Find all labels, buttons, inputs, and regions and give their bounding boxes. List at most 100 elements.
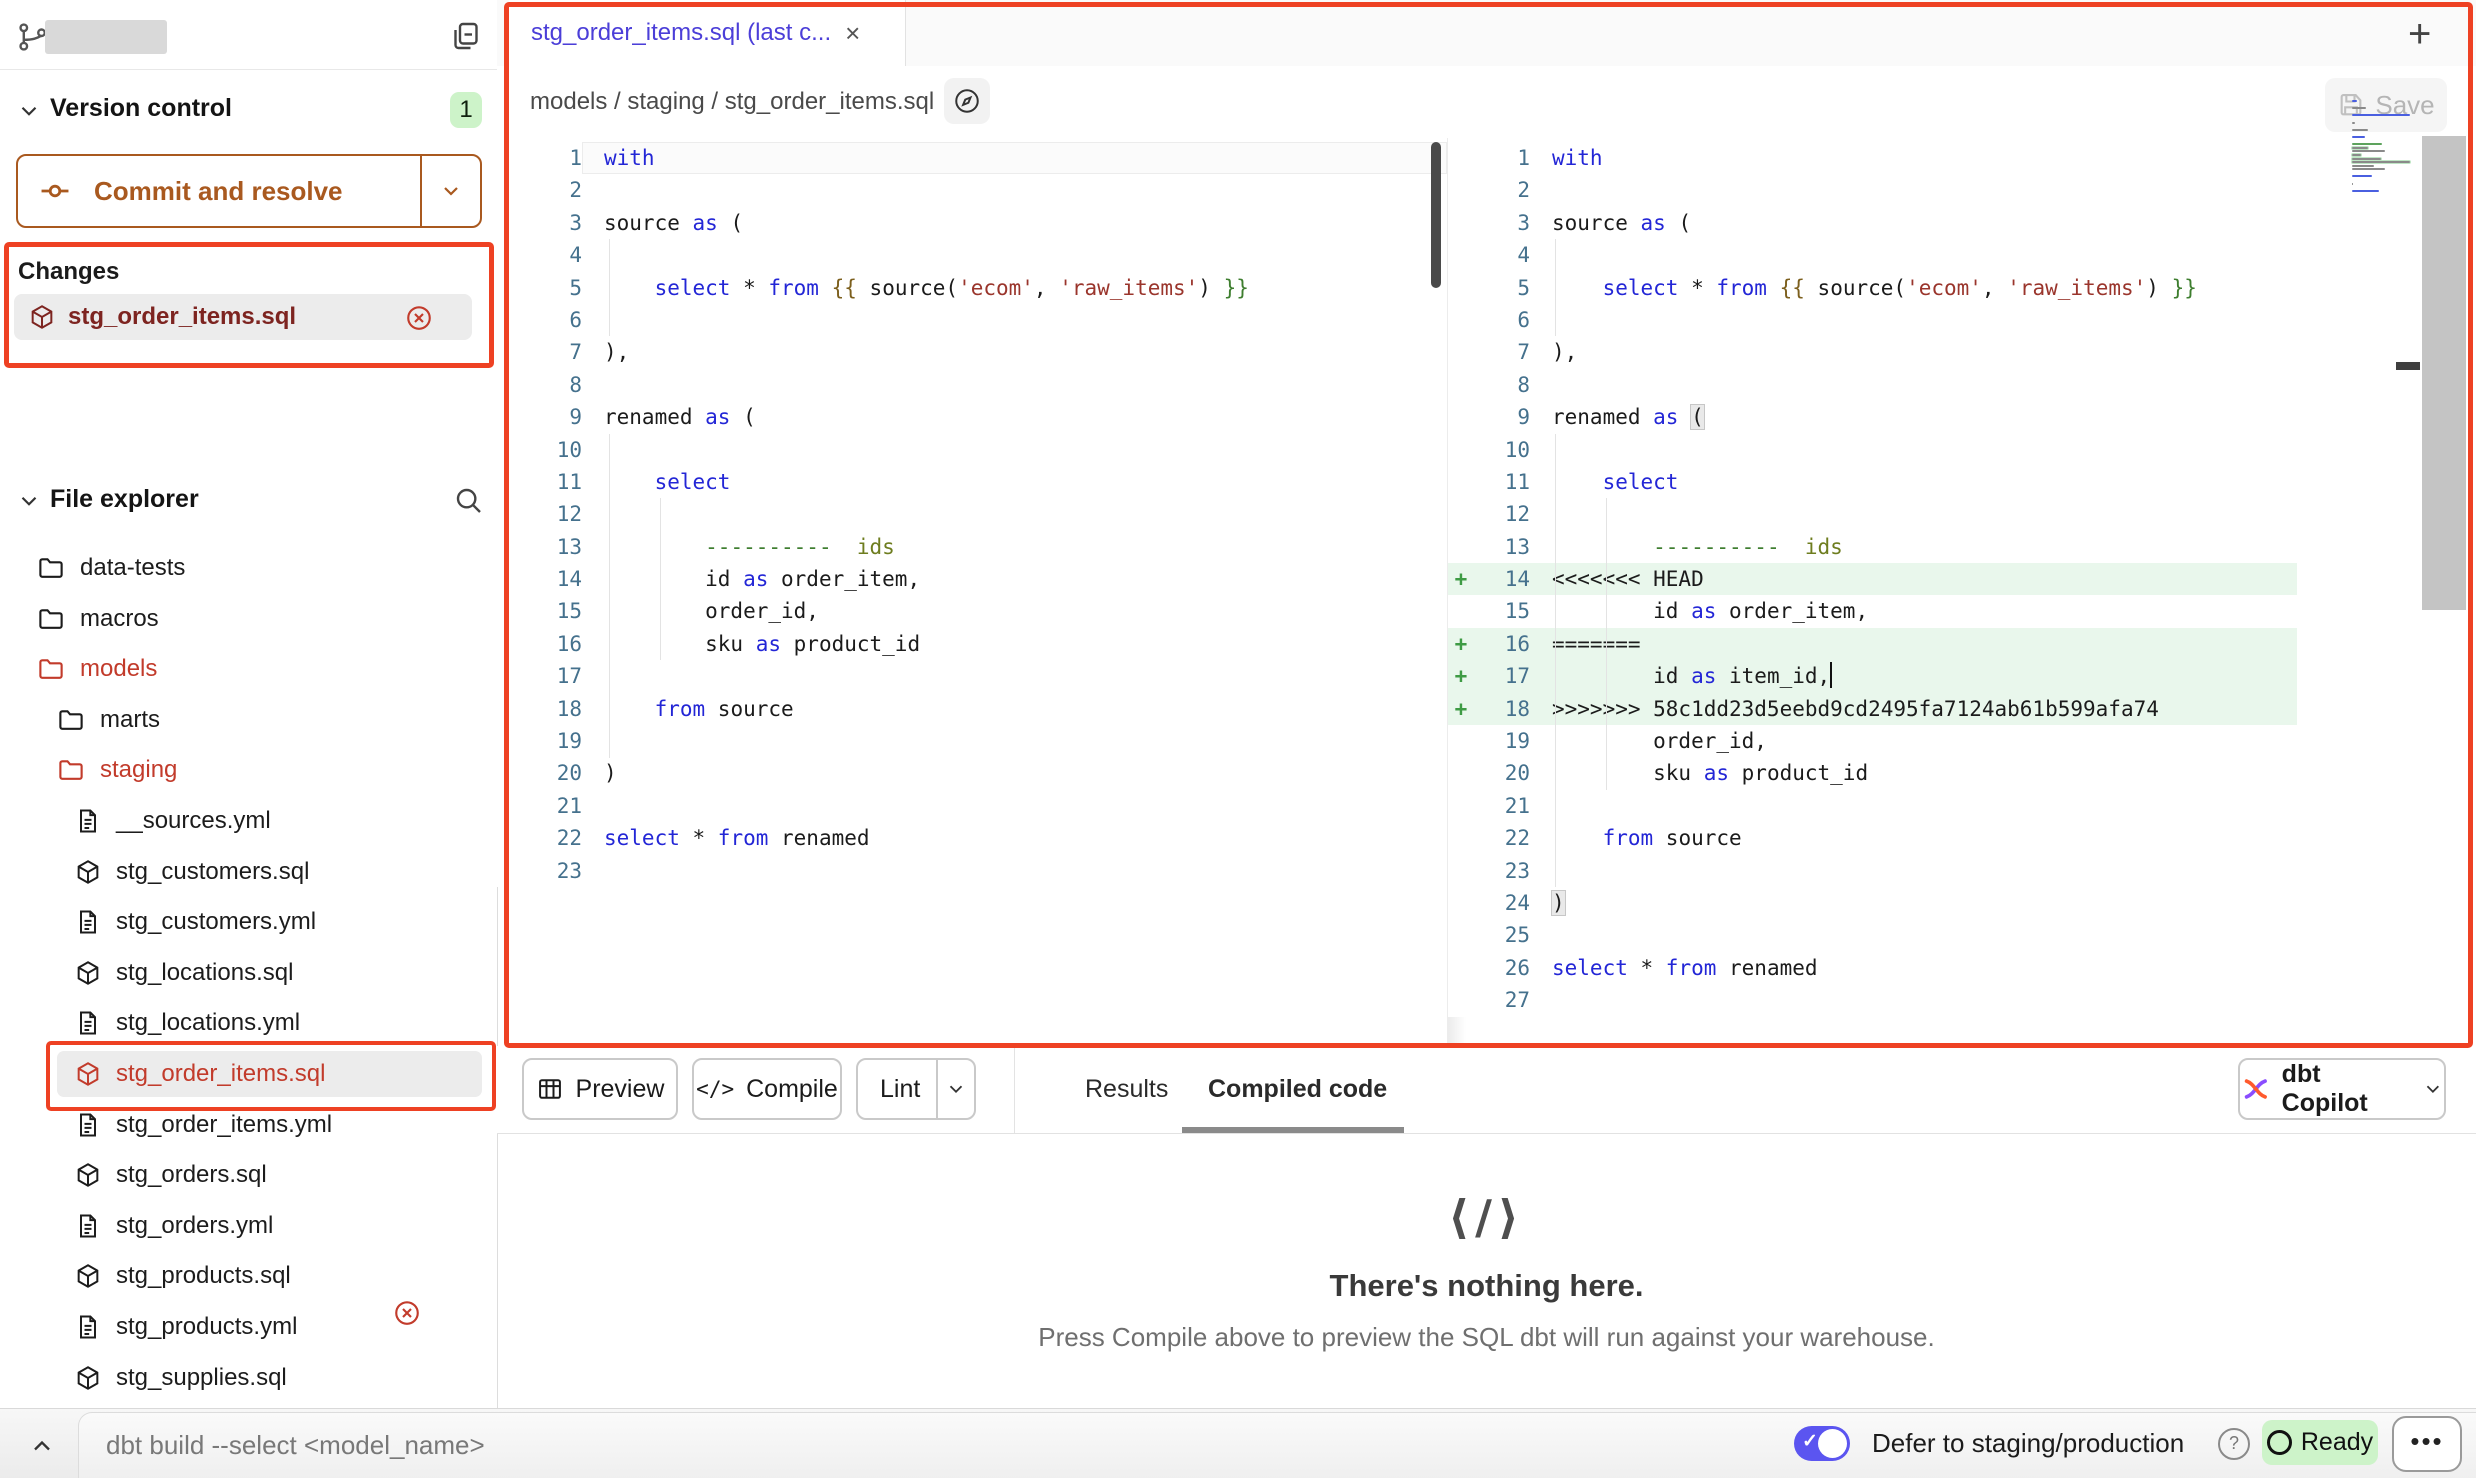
file-item-macros[interactable]: macros [36,594,159,644]
code-line[interactable]: +18>>>>>>> 58c1dd23d5eebd9cd2495fa7124ab… [1448,693,2420,725]
preview-button[interactable]: Preview [522,1058,678,1120]
file-item-stg_customers.yml[interactable]: stg_customers.yml [74,897,316,947]
line-content[interactable]: with [582,142,1447,174]
code-line[interactable]: 10 [1448,434,2420,466]
line-content[interactable]: sku as product_id [1530,757,1868,789]
code-line[interactable]: 8 [497,369,1447,401]
line-content[interactable] [582,790,604,822]
commit-and-resolve-button[interactable]: Commit and resolve [16,154,482,228]
code-line[interactable]: 14 id as order_item, [497,563,1447,595]
chevron-up-icon[interactable] [28,1432,56,1460]
tab-stg-order-items[interactable]: stg_order_items.sql (last c... × [509,0,906,66]
navigate-button[interactable] [944,78,990,124]
code-line[interactable]: 11 select [1448,466,2420,498]
code-line[interactable]: 27 [1448,984,2420,1016]
line-content[interactable]: ---------- ids [1530,531,1843,563]
file-item-stg_order_items.yml[interactable]: stg_order_items.yml [74,1100,332,1150]
file-item-stg_locations.sql[interactable]: stg_locations.sql [74,948,293,998]
file-item-stg_orders.yml[interactable]: stg_orders.yml [74,1201,273,1251]
code-line[interactable]: 2 [497,174,1447,206]
code-line[interactable]: +17 id as item_id, [1448,660,2420,692]
code-line[interactable]: 3source as ( [1448,207,2420,239]
file-item-staging[interactable]: staging [56,745,177,795]
help-icon[interactable]: ? [2218,1428,2250,1460]
code-line[interactable]: +14<<<<<<< HEAD [1448,563,2420,595]
code-line[interactable]: 3source as ( [497,207,1447,239]
code-line[interactable]: 24) [1448,887,2420,919]
line-content[interactable]: select [582,466,730,498]
line-content[interactable]: source as ( [1530,207,1691,239]
code-line[interactable]: 12 [1448,498,2420,530]
code-line[interactable]: 18 from source [497,693,1447,725]
code-line[interactable]: 12 [497,498,1447,530]
line-content[interactable]: <<<<<<< HEAD [1530,563,1704,595]
code-line[interactable]: 19 order_id, [1448,725,2420,757]
line-content[interactable]: select * from {{ source('ecom', 'raw_ite… [1530,272,2197,304]
line-content[interactable]: ), [582,336,629,368]
line-content[interactable]: order_id, [1530,725,1767,757]
code-line[interactable]: 19 [497,725,1447,757]
line-content[interactable] [582,434,604,466]
tab-compiled-code[interactable]: Compiled code [1208,1075,1387,1104]
line-content[interactable] [1530,239,1552,271]
line-content[interactable] [582,304,604,336]
command-input-placeholder[interactable]: dbt build --select <model_name> [106,1430,485,1461]
line-content[interactable] [1530,434,1552,466]
code-line[interactable]: 23 [497,855,1447,887]
line-content[interactable]: ======= [1530,628,1641,660]
line-content[interactable]: renamed as ( [1530,401,1704,433]
code-line[interactable]: 5 select * from {{ source('ecom', 'raw_i… [1448,272,2420,304]
line-content[interactable] [582,369,604,401]
line-content[interactable] [1530,498,1552,530]
code-line[interactable]: 13 ---------- ids [497,531,1447,563]
status-badge[interactable]: Ready [2262,1420,2378,1465]
line-content[interactable] [1530,369,1552,401]
code-line[interactable]: 4 [1448,239,2420,271]
code-line[interactable]: 26select * from renamed [1448,952,2420,984]
code-line[interactable]: 2 [1448,174,2420,206]
line-content[interactable]: ) [1530,887,1565,919]
line-content[interactable]: id as order_item, [1530,595,1868,627]
copy-files-icon[interactable] [448,18,484,54]
line-content[interactable]: from source [582,693,794,725]
code-line[interactable]: 7), [497,336,1447,368]
line-content[interactable] [1530,919,1552,951]
line-content[interactable]: >>>>>>> 58c1dd23d5eebd9cd2495fa7124ab61b… [1530,693,2159,725]
line-content[interactable]: id as order_item, [582,563,920,595]
code-line[interactable]: 8 [1448,369,2420,401]
line-content[interactable]: with [1530,142,1603,174]
lint-button[interactable]: Lint [856,1058,976,1120]
code-line[interactable]: 7), [1448,336,2420,368]
editor-pane-current[interactable]: 1with23source as (45 select * from {{ so… [497,138,1447,887]
file-item-stg_locations.yml[interactable]: stg_locations.yml [74,998,300,1048]
file-item-stg_products.sql[interactable]: stg_products.sql [74,1251,291,1301]
line-content[interactable]: select * from renamed [1530,952,1818,984]
code-line[interactable]: 10 [497,434,1447,466]
code-line[interactable]: 17 [497,660,1447,692]
file-item-marts[interactable]: marts [56,695,160,745]
line-content[interactable]: ) [582,757,617,789]
line-content[interactable]: sku as product_id [582,628,920,660]
more-options-button[interactable]: ••• [2392,1416,2462,1472]
close-icon[interactable]: × [845,18,860,49]
file-item-stg_supplies.sql[interactable]: stg_supplies.sql [74,1353,287,1403]
code-line[interactable]: 9renamed as ( [1448,401,2420,433]
code-line[interactable]: 22 from source [1448,822,2420,854]
code-line[interactable]: 21 [1448,790,2420,822]
file-item-models[interactable]: models [36,644,157,694]
line-content[interactable]: select * from {{ source('ecom', 'raw_ite… [582,272,1249,304]
code-line[interactable]: 20 sku as product_id [1448,757,2420,789]
line-content[interactable] [582,498,604,530]
new-tab-icon[interactable]: + [2408,12,2431,57]
line-content[interactable]: source as ( [582,207,743,239]
code-line[interactable]: 25 [1448,919,2420,951]
revert-file-icon[interactable] [404,303,434,333]
line-content[interactable]: select [1530,466,1678,498]
code-line[interactable]: +16======= [1448,628,2420,660]
defer-toggle[interactable]: ✓ [1794,1426,1850,1461]
file-item-stg_orders.sql[interactable]: stg_orders.sql [74,1150,267,1200]
line-content[interactable] [1530,855,1552,887]
code-line[interactable]: 15 order_id, [497,595,1447,627]
line-content[interactable] [582,725,604,757]
dbt-copilot-button[interactable]: dbt Copilot [2238,1058,2446,1120]
